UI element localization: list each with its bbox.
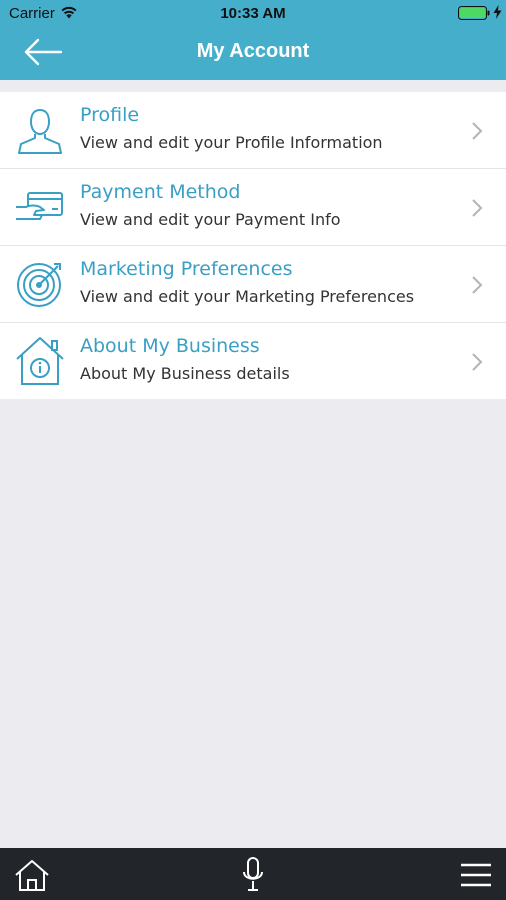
chevron-right-icon: [472, 276, 483, 294]
status-time: 10:33 AM: [220, 5, 286, 22]
menu-item-about-my-business[interactable]: About My Business About My Business deta…: [0, 323, 506, 399]
menu-item-title: Marketing Preferences: [80, 258, 293, 280]
account-menu-list: Profile View and edit your Profile Infor…: [0, 92, 506, 399]
charging-bolt-icon: [493, 5, 502, 19]
menu-item-profile[interactable]: Profile View and edit your Profile Infor…: [0, 92, 506, 169]
credit-card-icon: [16, 192, 63, 220]
page-title: My Account: [196, 40, 310, 62]
home-icon[interactable]: [14, 858, 50, 892]
menu-item-payment-method[interactable]: Payment Method View and edit your Paymen…: [0, 169, 506, 246]
chevron-right-icon: [472, 353, 483, 371]
app-header: Carrier 10:33 AM My Account: [0, 0, 506, 80]
house-info-icon: [16, 337, 64, 385]
chevron-right-icon: [472, 122, 483, 140]
status-bar: Carrier 10:33 AM: [0, 0, 506, 28]
menu-item-marketing-preferences[interactable]: Marketing Preferences View and edit your…: [0, 246, 506, 323]
chevron-right-icon: [472, 199, 483, 217]
menu-item-description: View and edit your Payment Info: [80, 210, 341, 229]
menu-item-title: About My Business: [80, 335, 260, 357]
menu-item-description: View and edit your Marketing Preferences: [80, 287, 415, 306]
user-icon: [18, 108, 62, 154]
battery-icon: [458, 6, 490, 20]
menu-item-description: View and edit your Profile Information: [80, 133, 383, 152]
microphone-icon[interactable]: [241, 856, 265, 894]
menu-item-title: Payment Method: [80, 181, 241, 203]
menu-item-title: Profile: [80, 104, 140, 126]
hamburger-menu-icon[interactable]: [460, 862, 492, 888]
bottom-tab-bar: [0, 848, 506, 900]
menu-item-description: About My Business details: [80, 364, 290, 383]
target-icon: [17, 263, 61, 307]
